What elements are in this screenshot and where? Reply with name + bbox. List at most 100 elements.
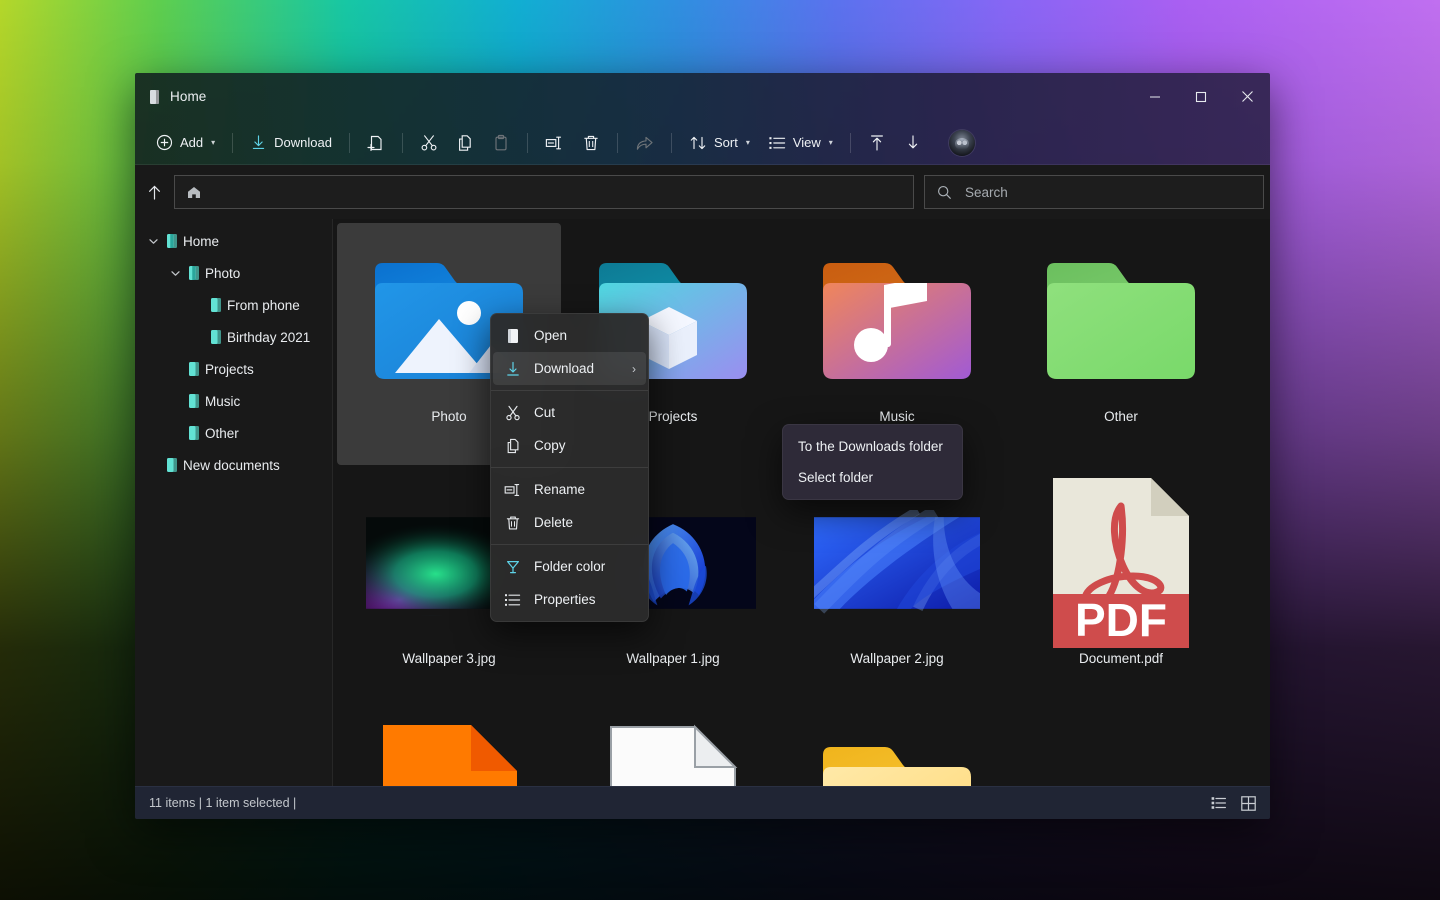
folder-icon xyxy=(211,330,221,344)
file-tile[interactable]: Wallpaper 2.jpg xyxy=(785,465,1009,707)
download-arrow-icon xyxy=(904,134,922,152)
file-tile-partial[interactable] xyxy=(337,707,561,786)
share-button[interactable] xyxy=(626,127,663,159)
close-button[interactable] xyxy=(1224,73,1270,120)
toolbar-divider xyxy=(232,132,234,153)
file-name-label: Projects xyxy=(648,409,698,424)
menu-divider xyxy=(491,467,648,468)
sidebar-item-new-documents[interactable]: New documents xyxy=(135,449,332,481)
submenu-item-to-the-downloads-folder[interactable]: To the Downloads folder xyxy=(785,431,960,462)
chevron-down-icon: ▾ xyxy=(828,138,833,147)
upload-button[interactable] xyxy=(859,127,895,159)
view-list-icon xyxy=(768,134,786,152)
search-box[interactable] xyxy=(924,175,1264,209)
folder-icon xyxy=(189,426,199,440)
sort-label: Sort xyxy=(713,135,738,150)
minimize-button[interactable] xyxy=(1132,73,1178,120)
file-name-label: Photo xyxy=(431,409,467,424)
menu-divider xyxy=(491,390,648,391)
copy-icon xyxy=(456,134,474,152)
navigate-up-button[interactable] xyxy=(145,175,164,209)
maximize-button[interactable] xyxy=(1178,73,1224,120)
chevron-down-icon[interactable] xyxy=(167,265,183,281)
sidebar-item-music[interactable]: Music xyxy=(135,385,332,417)
paste-button[interactable] xyxy=(483,127,519,159)
context-menu-item-label: Folder color xyxy=(534,559,606,574)
file-name-label: Document.pdf xyxy=(1078,651,1164,666)
search-input[interactable] xyxy=(965,184,1251,200)
address-bar[interactable] xyxy=(174,175,914,209)
file-manager-window: Home Add ▾ Download Sort ▾ View ▾ Search… xyxy=(135,73,1270,819)
file-tile[interactable]: PDF Document.pdf xyxy=(1009,465,1233,707)
home-icon xyxy=(187,186,201,199)
status-bar: 11 items | 1 item selected | xyxy=(135,786,1270,819)
toolbar-divider xyxy=(348,132,350,153)
download-button[interactable]: Download xyxy=(241,127,341,159)
avatar[interactable] xyxy=(948,129,975,156)
scissors-icon xyxy=(420,134,438,152)
submenu-item-label: Select folder xyxy=(798,470,874,485)
folder-icon xyxy=(167,458,177,472)
sidebar-item-birthday-2021[interactable]: Birthday 2021 xyxy=(135,321,332,353)
sidebar-item-home[interactable]: Home xyxy=(135,225,332,257)
add-label: Add xyxy=(180,135,204,150)
context-menu: Open Download › Cut Copy Rename Delete Folder c… xyxy=(490,313,649,622)
add-button[interactable]: Add ▾ xyxy=(147,127,224,159)
context-menu-item-label: Open xyxy=(534,328,568,343)
submenu-item-label: To the Downloads folder xyxy=(798,439,943,454)
folder-music-icon xyxy=(814,241,980,401)
context-menu-item-delete[interactable]: Delete xyxy=(493,506,646,539)
window-title: Home xyxy=(170,89,207,104)
file-name-label: Wallpaper 2.jpg xyxy=(850,651,944,666)
context-menu-item-rename[interactable]: Rename xyxy=(493,473,646,506)
sidebar-item-from-phone[interactable]: From phone xyxy=(135,289,332,321)
context-menu-item-label: Cut xyxy=(534,405,556,420)
context-submenu: To the Downloads folder Select folder xyxy=(782,424,963,500)
trash-icon xyxy=(582,134,600,152)
grid-view-toggle[interactable] xyxy=(1236,792,1260,814)
cut-icon xyxy=(503,405,522,421)
context-menu-item-folder-color[interactable]: Folder color xyxy=(493,550,646,583)
context-menu-item-open[interactable]: Open xyxy=(493,319,646,352)
rename-button[interactable] xyxy=(536,127,573,159)
toolbar-divider xyxy=(616,132,618,153)
context-menu-item-label: Copy xyxy=(534,438,566,453)
download-all-button[interactable] xyxy=(895,127,931,159)
toolbar-divider xyxy=(526,132,528,153)
window-body: Home Photo From phone Birthday 2021 Projects… xyxy=(135,165,1270,819)
plus-circle-icon xyxy=(156,134,173,151)
view-button[interactable]: View ▾ xyxy=(759,127,842,159)
sidebar-item-photo[interactable]: Photo xyxy=(135,257,332,289)
new-file-button[interactable] xyxy=(358,127,394,159)
sidebar-item-projects[interactable]: Projects xyxy=(135,353,332,385)
sidebar-item-label: New documents xyxy=(183,457,280,473)
folder-icon xyxy=(189,362,199,376)
folder-yellow-icon xyxy=(814,725,980,786)
context-menu-item-label: Delete xyxy=(534,515,574,530)
context-menu-item-properties[interactable]: Properties xyxy=(493,583,646,616)
folder-icon xyxy=(189,394,199,408)
file-tile[interactable]: Other xyxy=(1009,223,1233,465)
context-menu-item-copy[interactable]: Copy xyxy=(493,429,646,462)
file-tile-partial[interactable] xyxy=(561,707,785,786)
copy-button[interactable] xyxy=(447,127,483,159)
toolbar-divider xyxy=(401,132,403,153)
folder-icon xyxy=(150,89,159,104)
toolbar-divider xyxy=(849,132,851,153)
cut-button[interactable] xyxy=(411,127,447,159)
sort-button[interactable]: Sort ▾ xyxy=(680,127,759,159)
folder-color-icon xyxy=(503,559,522,575)
file-tile-partial[interactable] xyxy=(785,707,1009,786)
context-menu-item-download[interactable]: Download › xyxy=(493,352,646,385)
context-menu-item-cut[interactable]: Cut xyxy=(493,396,646,429)
delete-button[interactable] xyxy=(573,127,609,159)
sidebar-item-other[interactable]: Other xyxy=(135,417,332,449)
chevron-down-icon: ▾ xyxy=(211,138,216,147)
file-name-label: Music xyxy=(879,409,915,424)
list-view-toggle[interactable] xyxy=(1206,792,1230,814)
sidebar-item-label: From phone xyxy=(227,297,300,313)
submenu-item-select-folder[interactable]: Select folder xyxy=(785,462,960,493)
chevron-down-icon[interactable] xyxy=(145,233,161,249)
sidebar-tree: Home Photo From phone Birthday 2021 Projects… xyxy=(135,219,333,786)
titlebar: Home xyxy=(135,73,1270,120)
